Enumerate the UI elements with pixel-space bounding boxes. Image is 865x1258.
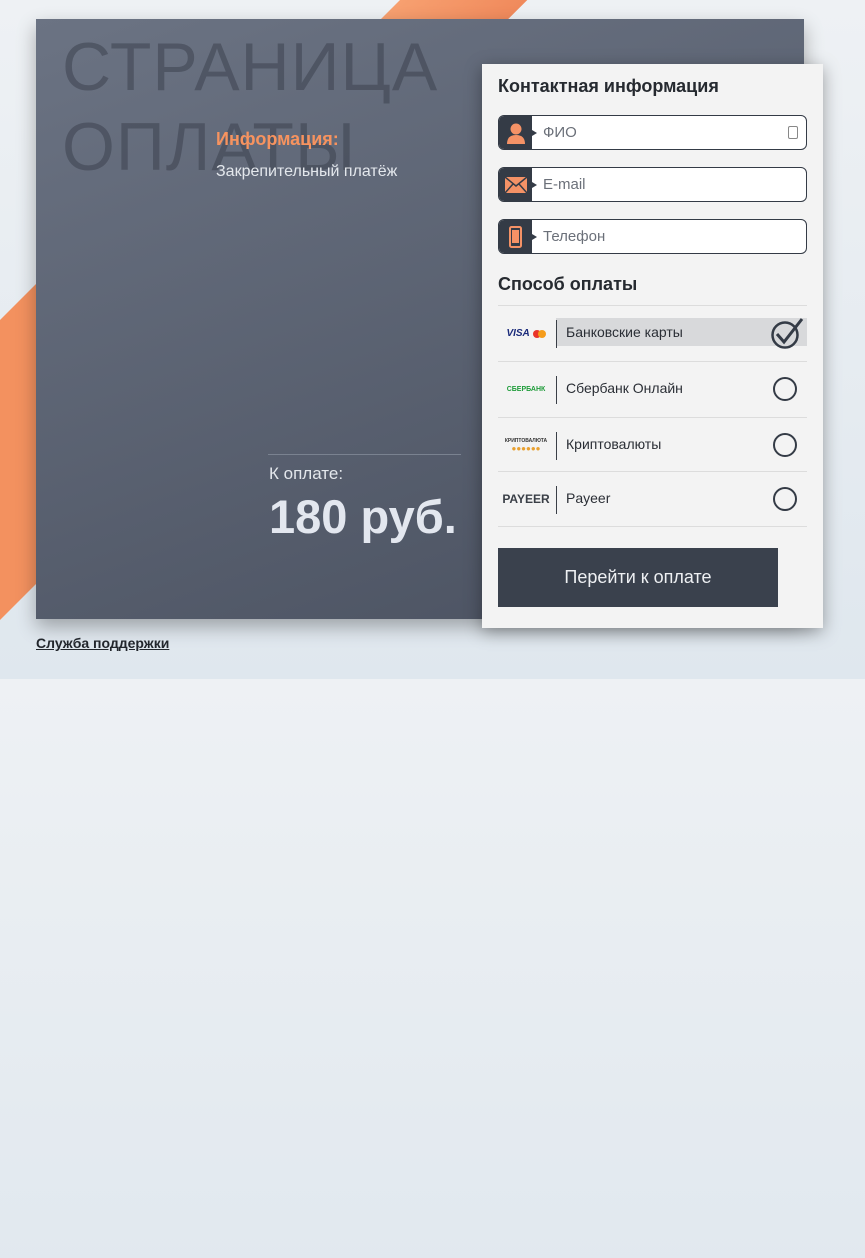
submit-payment-button[interactable]: Перейти к оплате: [498, 548, 778, 607]
radio-button[interactable]: [773, 433, 797, 457]
envelope-icon: [499, 168, 537, 201]
method-label: Криптовалюты: [566, 436, 662, 452]
method-label: Payeer: [566, 490, 611, 506]
amount-value: 180 руб.: [269, 490, 457, 543]
phone-icon: [499, 220, 537, 253]
email-field[interactable]: [498, 167, 807, 202]
radio-button[interactable]: [773, 487, 797, 511]
method-sberbank[interactable]: СБЕРБАНК Сбербанк Онлайн: [498, 361, 807, 417]
info-text: Закрепительный платёж: [216, 163, 398, 180]
divider: [268, 454, 461, 455]
method-bank-cards[interactable]: VISA Банковские карты: [498, 305, 807, 361]
contact-card-icon: [788, 126, 798, 139]
phone-field[interactable]: [498, 219, 807, 254]
payeer-logo: PAYEER: [502, 492, 550, 506]
method-payeer[interactable]: PAYEER Payeer: [498, 471, 807, 527]
check-icon[interactable]: [769, 317, 805, 349]
visa-mastercard-logo: VISA: [500, 306, 552, 361]
payment-form: Контактная информация Способ оплаты VISA…: [482, 64, 823, 628]
name-input[interactable]: [543, 116, 783, 149]
email-input[interactable]: [543, 168, 783, 201]
methods-title: Способ оплаты: [498, 274, 638, 294]
crypto-logo: КРИПТОВАЛЮТА ●●●●●●: [504, 438, 548, 453]
amount-label: К оплате:: [269, 464, 344, 483]
radio-button[interactable]: [773, 377, 797, 401]
contact-title: Контактная информация: [498, 76, 719, 96]
sberbank-logo: СБЕРБАНК: [506, 386, 546, 393]
info-heading: Информация:: [216, 129, 339, 149]
phone-input[interactable]: [543, 220, 783, 253]
divider: [556, 320, 557, 348]
name-field[interactable]: [498, 115, 807, 150]
support-link[interactable]: Служба поддержки: [36, 635, 169, 651]
method-label: Сбербанк Онлайн: [566, 380, 683, 396]
user-icon: [499, 116, 537, 149]
method-crypto[interactable]: КРИПТОВАЛЮТА ●●●●●● Криптовалюты: [498, 417, 807, 473]
